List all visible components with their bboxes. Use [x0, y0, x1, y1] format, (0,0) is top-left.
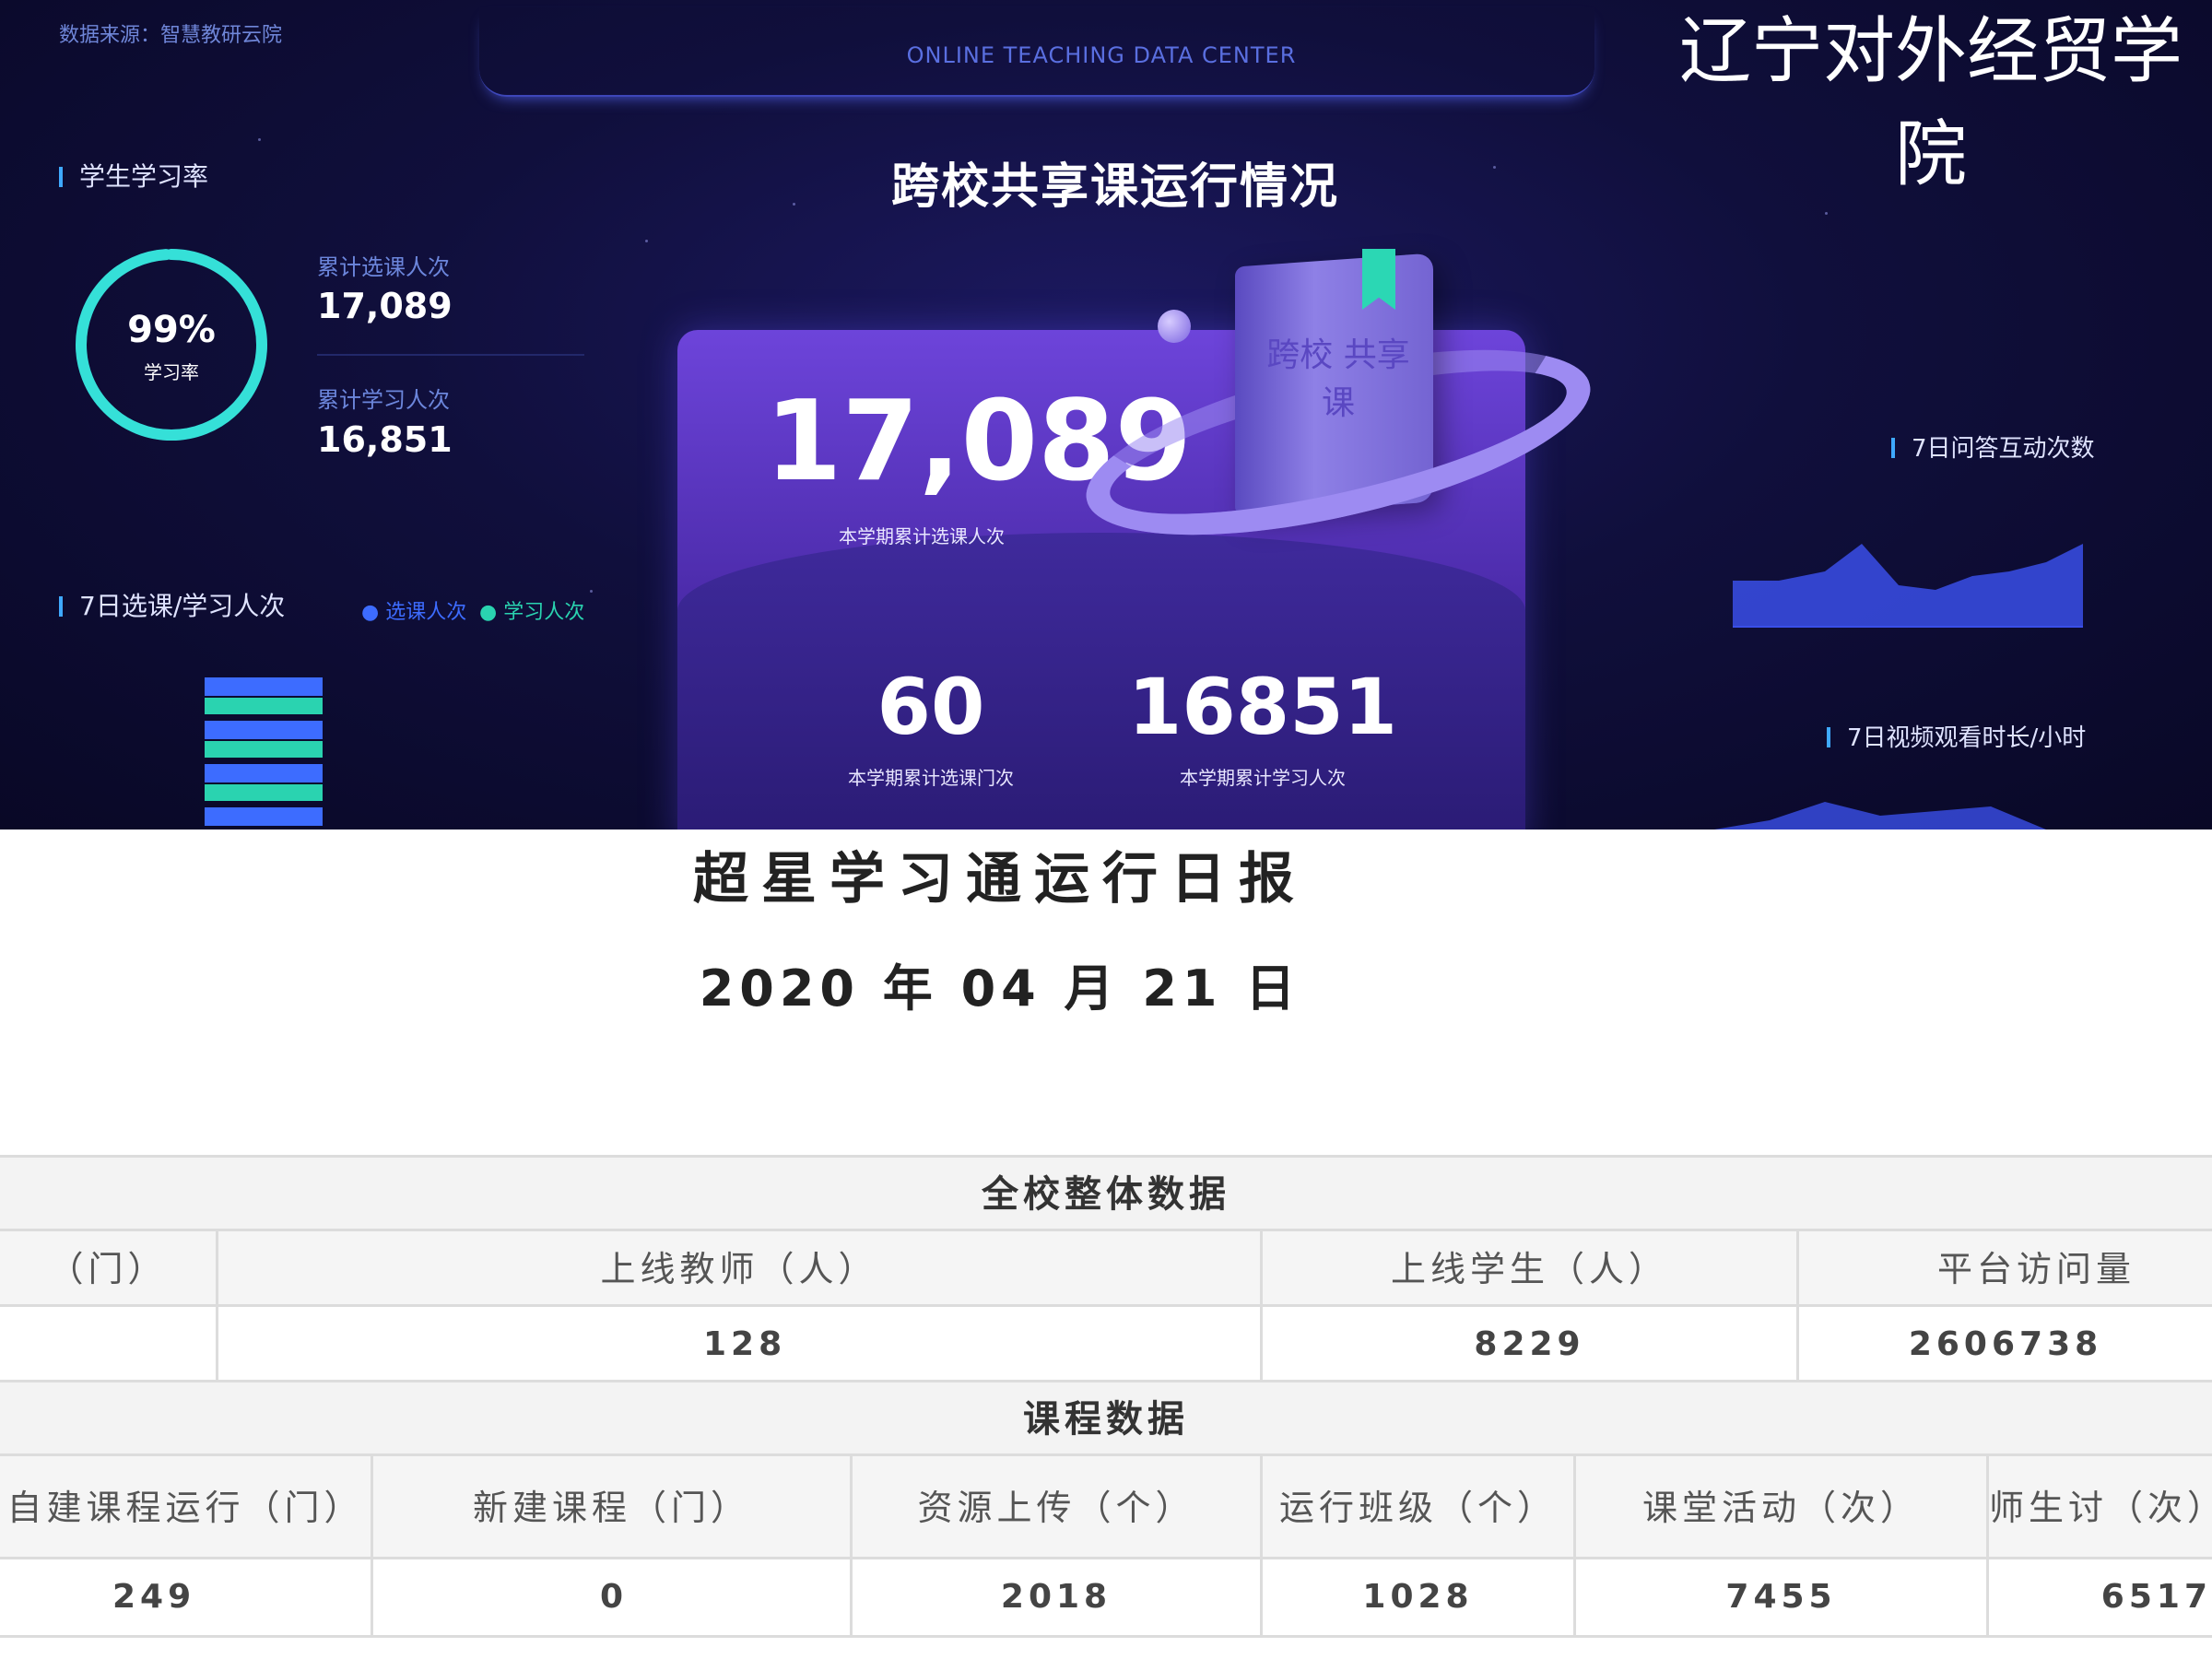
table-cell: 2606738	[1908, 1325, 2103, 1363]
star-decoration	[590, 590, 593, 593]
table-header-cell: 上线学生（人）	[1263, 1231, 1799, 1307]
table-section-row: 全校整体数据	[0, 1155, 2212, 1231]
table-header-cell: 新建课程（门）	[373, 1456, 853, 1559]
table-cell: 6517	[2100, 1578, 2212, 1616]
table-header-cell: 运行班级（个）	[1263, 1456, 1576, 1559]
qa-area-chart	[1733, 544, 2083, 628]
hero-learners-caption: 本学期累计学习人次	[1180, 767, 1346, 789]
hero-main-value: 17,089	[765, 378, 1193, 506]
video-chart-partial	[1714, 802, 2046, 830]
video-area-fill	[1714, 802, 2046, 830]
hero-main-caption: 本学期累计选课人次	[839, 525, 1005, 547]
study-rate-caption: 学习率	[144, 361, 199, 383]
course-section-title: 课程数据	[0, 1382, 2212, 1456]
table-header-cell: 平台访问量	[1799, 1231, 2212, 1307]
learn-count-label: 累计学习人次	[317, 387, 450, 413]
dashboard-panel: 数据来源：智慧教研云院 ONLINE TEACHING DATA CENTER …	[0, 0, 2212, 830]
table-cell: 128	[218, 1307, 1263, 1382]
table-cell: 2018	[853, 1559, 1263, 1635]
study-rate-percent: 99%	[127, 309, 216, 351]
table-header-cell: 自建课程运行（门）	[0, 1456, 373, 1559]
star-decoration	[1493, 166, 1496, 169]
bar-enroll	[205, 677, 323, 696]
qa-area-fill	[1733, 544, 2083, 627]
legend-learn: ● 学习人次	[479, 601, 585, 624]
enroll-count-label: 累计选课人次	[317, 254, 450, 280]
bar-learn	[205, 741, 323, 758]
bar-learn	[205, 698, 323, 714]
table-row: 128 8229 2606738	[0, 1304, 2212, 1382]
table-cell: 7455	[1576, 1559, 1989, 1635]
header-title: ONLINE TEACHING DATA CENTER	[906, 42, 1297, 68]
bar-enroll	[205, 807, 323, 826]
section-title-video: 7日视频观看时长/小时	[1827, 719, 2086, 753]
section-title-qa: 7日问答互动次数	[1891, 429, 2095, 464]
legend-learn-label: 学习人次	[503, 601, 585, 624]
star-decoration	[645, 240, 648, 242]
enroll-count-value: 17,089	[317, 286, 453, 326]
weekly-bar-chart	[205, 677, 323, 826]
table-cell: 8229	[1263, 1307, 1799, 1382]
legend-enroll: ● 选课人次	[361, 601, 467, 624]
hero-courses-value: 60	[877, 662, 985, 752]
table-section-row: 课程数据	[0, 1380, 2212, 1456]
table-header-cell: 资源上传（个）	[853, 1456, 1263, 1559]
report-date: 2020 年 04 月 21 日	[699, 959, 1301, 1018]
stat-divider	[317, 354, 584, 356]
table-header-cell: 上线教师（人）	[218, 1231, 1263, 1307]
table-header-cell: 课堂活动（次）	[1576, 1456, 1989, 1559]
section-title-study-rate: 学生学习率	[59, 157, 208, 194]
report-title: 超星学习通运行日报	[693, 847, 1307, 912]
table-header-row: （门） 上线教师（人） 上线学生（人） 平台访问量	[0, 1229, 2212, 1307]
table-row: 249 0 2018 1028 7455 6517	[0, 1557, 2212, 1638]
hero-learners-value: 16851	[1127, 662, 1398, 752]
table-header-cell: （门）	[0, 1231, 218, 1307]
table-cell: 0	[373, 1559, 853, 1635]
learn-count-value: 16,851	[317, 419, 453, 460]
hero-courses-caption: 本学期累计选课门次	[848, 767, 1014, 789]
main-title: 跨校共享课运行情况	[890, 159, 1339, 215]
star-decoration	[1825, 212, 1828, 215]
star-decoration	[258, 138, 261, 141]
table-cell: 1028	[1263, 1559, 1576, 1635]
table-cell: 249	[0, 1559, 373, 1635]
bar-enroll	[205, 721, 323, 739]
legend-enroll-label: 选课人次	[385, 601, 467, 624]
table-header-row: 自建课程运行（门） 新建课程（门） 资源上传（个） 运行班级（个） 课堂活动（次…	[0, 1453, 2212, 1559]
table-header-cell: 师生讨（次）	[1989, 1456, 2212, 1559]
bar-learn	[205, 784, 323, 801]
planet-icon	[1158, 310, 1191, 343]
data-source-label: 数据来源：智慧教研云院	[59, 24, 283, 47]
table-cell	[0, 1307, 218, 1382]
school-section-title: 全校整体数据	[0, 1158, 2212, 1231]
school-name: 辽宁对外经贸学院	[1678, 10, 2183, 196]
section-title-weekly: 7日选课/学习人次	[59, 586, 285, 623]
bar-enroll	[205, 764, 323, 782]
